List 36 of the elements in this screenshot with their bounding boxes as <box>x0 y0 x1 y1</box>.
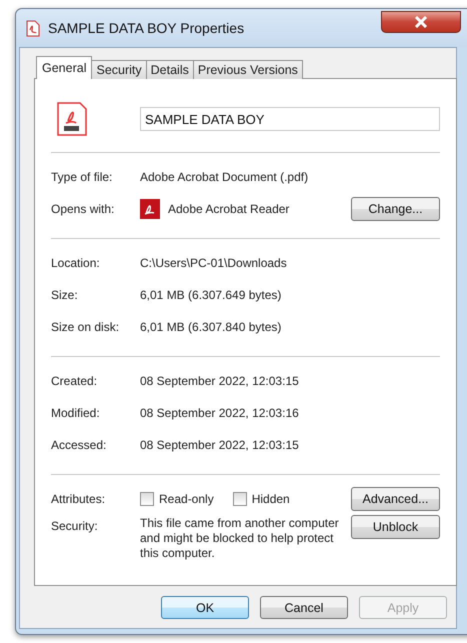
security-note: This file came from another computer and might be blocked to help protect this computer. <box>140 516 340 561</box>
field-label: Accessed: <box>51 438 108 452</box>
field-value: 08 September 2022, 12:03:15 <box>140 438 299 452</box>
tab[interactable]: Security <box>91 60 147 79</box>
field-value: 6,01 MB (6.307.649 bytes) <box>140 288 282 302</box>
field-value: 08 September 2022, 12:03:16 <box>140 406 299 420</box>
dialog-button[interactable]: Cancel <box>260 596 348 619</box>
field-value: 08 September 2022, 12:03:15 <box>140 374 299 388</box>
field-value: C:\Users\PC-01\Downloads <box>140 256 287 270</box>
field-label: Opens with: <box>51 202 116 216</box>
field-label: Attributes: <box>51 492 106 506</box>
close-icon <box>414 16 428 28</box>
window-title: SAMPLE DATA BOY Properties <box>48 20 244 36</box>
field-value: Adobe Acrobat Reader <box>168 202 290 216</box>
field-value: Adobe Acrobat Document (.pdf) <box>140 170 308 184</box>
dialog-button[interactable]: OK <box>161 596 249 619</box>
tab[interactable]: Previous Versions <box>192 60 303 79</box>
close-button[interactable] <box>381 11 461 33</box>
field-label: Type of file: <box>51 170 114 184</box>
advanced-button[interactable]: Advanced... <box>351 487 440 511</box>
checkbox[interactable]: Read-only <box>140 492 214 506</box>
unblock-button[interactable]: Unblock <box>351 515 440 539</box>
field-label: Security: <box>51 519 99 533</box>
checkbox[interactable]: Hidden <box>232 492 290 506</box>
field-value: 6,01 MB (6.307.840 bytes) <box>140 320 282 334</box>
tab[interactable]: Details <box>146 60 194 79</box>
field-label: Modified: <box>51 406 101 420</box>
file-name-field[interactable]: SAMPLE DATA BOY <box>140 107 440 131</box>
field-label: Created: <box>51 374 98 388</box>
change-button[interactable]: Change... <box>351 197 440 221</box>
field-label: Location: <box>51 256 101 270</box>
field-label: Size: <box>51 288 79 302</box>
pdf-file-icon <box>56 102 88 136</box>
pdf-file-icon <box>26 20 40 36</box>
tab[interactable]: General <box>36 56 92 79</box>
field-label: Size on disk: <box>51 320 120 334</box>
